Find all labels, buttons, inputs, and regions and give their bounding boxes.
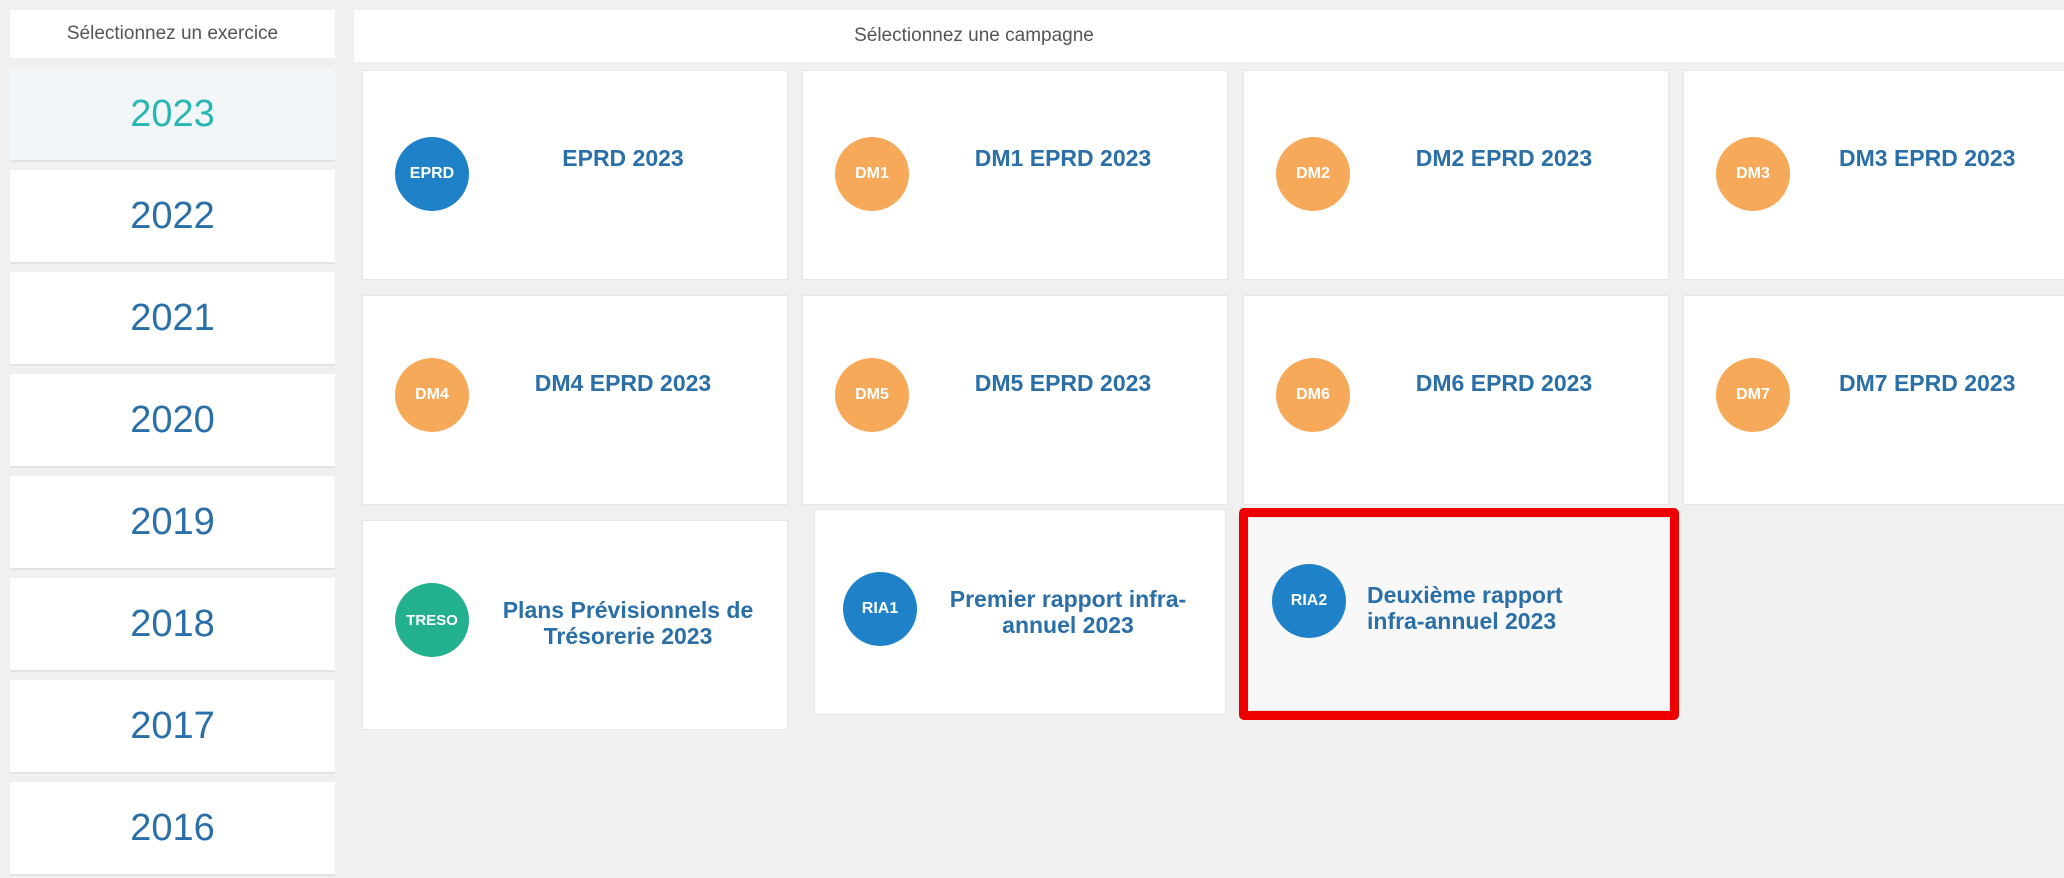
year-2021-item[interactable]: 2021	[10, 272, 335, 366]
dm2-badge-icon: DM2	[1276, 137, 1350, 211]
card-title: DM3 EPRD 2023	[1839, 145, 2016, 171]
campaign-header: Sélectionnez une campagne	[354, 10, 2064, 62]
card-title: DM2 EPRD 2023	[1415, 145, 1593, 171]
ria1-badge-icon: RIA1	[843, 572, 917, 646]
campaign-card-treso[interactable]: TRESO Plans Prévisionnels de Trésorerie …	[362, 520, 788, 730]
card-title: DM1 EPRD 2023	[974, 145, 1152, 171]
campaign-card-dm5[interactable]: DM5 DM5 EPRD 2023	[802, 295, 1228, 505]
year-2020-item[interactable]: 2020	[10, 374, 335, 468]
card-title: DM6 EPRD 2023	[1415, 370, 1593, 396]
highlight-frame	[1239, 508, 1679, 720]
campaign-card-dm6[interactable]: DM6 DM6 EPRD 2023	[1243, 295, 1669, 505]
year-2016-item[interactable]: 2016	[10, 782, 335, 876]
dm7-badge-icon: DM7	[1716, 358, 1790, 432]
card-title: Premier rapport infra-annuel 2023	[949, 586, 1187, 638]
campaign-card-eprd[interactable]: EPRD EPRD 2023	[362, 70, 788, 280]
campaign-card-ria1[interactable]: RIA1 Premier rapport infra-annuel 2023	[814, 509, 1226, 715]
year-2017-item[interactable]: 2017	[10, 680, 335, 774]
card-title: DM5 EPRD 2023	[974, 370, 1152, 396]
dm3-badge-icon: DM3	[1716, 137, 1790, 211]
year-2018-item[interactable]: 2018	[10, 578, 335, 672]
campaign-card-dm4[interactable]: DM4 DM4 EPRD 2023	[362, 295, 788, 505]
campaign-card-dm1[interactable]: DM1 DM1 EPRD 2023	[802, 70, 1228, 280]
year-2019-item[interactable]: 2019	[10, 476, 335, 570]
campaign-card-dm7[interactable]: DM7 DM7 EPRD 2023	[1683, 295, 2064, 505]
eprd-badge-icon: EPRD	[395, 137, 469, 211]
dm6-badge-icon: DM6	[1276, 358, 1350, 432]
card-title: Plans Prévisionnels de Trésorerie 2023	[502, 597, 754, 649]
dm5-badge-icon: DM5	[835, 358, 909, 432]
exercise-header: Sélectionnez un exercice	[10, 10, 335, 58]
dm1-badge-icon: DM1	[835, 137, 909, 211]
card-title: EPRD 2023	[562, 145, 684, 171]
campaign-card-dm2[interactable]: DM2 DM2 EPRD 2023	[1243, 70, 1669, 280]
card-title: DM7 EPRD 2023	[1839, 370, 2016, 396]
campaign-card-dm3[interactable]: DM3 DM3 EPRD 2023	[1683, 70, 2064, 280]
card-title: DM4 EPRD 2023	[534, 370, 712, 396]
year-2022-item[interactable]: 2022	[10, 170, 335, 264]
year-2023-item[interactable]: 2023	[10, 68, 335, 162]
dm4-badge-icon: DM4	[395, 358, 469, 432]
treso-badge-icon: TRESO	[395, 583, 469, 657]
